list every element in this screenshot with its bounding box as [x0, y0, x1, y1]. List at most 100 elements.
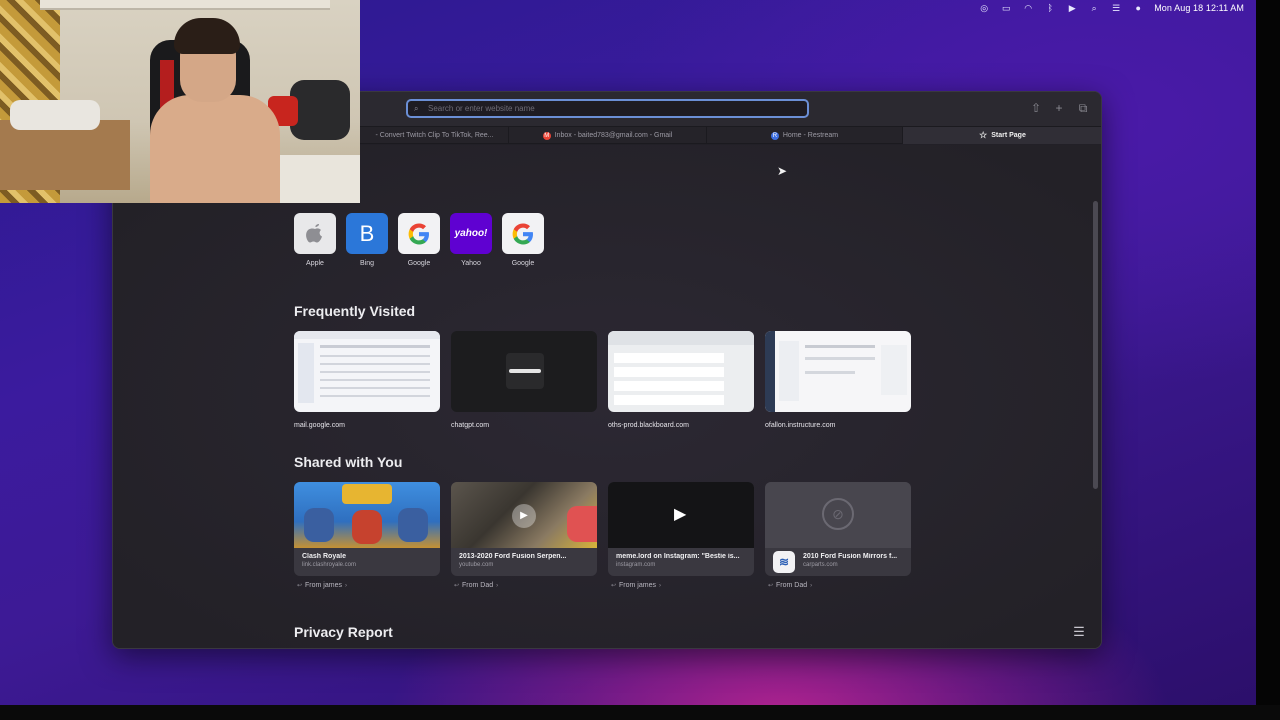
desk [270, 155, 360, 203]
tab-restream[interactable]: R Home - Restream [707, 127, 903, 144]
site-thumbnail [765, 331, 911, 412]
screen-border-bottom [0, 705, 1280, 720]
person-body [150, 95, 280, 203]
privacy-report-title[interactable]: Privacy Report [294, 624, 393, 640]
frequently-visited-row: mail.google.com chatgpt.com oths-prod.bl… [294, 331, 911, 429]
tab-label: - Convert Twitch Clip To TikTok, Ree... [375, 132, 494, 139]
shared-link-title: 2013-2020 Ford Fusion Serpen... [459, 553, 567, 560]
favorite-bing[interactable]: B Bing [346, 213, 388, 267]
share-arrow-icon: ↩ [611, 583, 617, 589]
site-label: oths-prod.blackboard.com [608, 422, 689, 429]
site-label: mail.google.com [294, 422, 345, 429]
site-thumbnail [451, 331, 597, 412]
shared-link-card[interactable]: ▶ meme.lord on Instagram: "Bestie is... … [608, 482, 754, 589]
address-input[interactable] [428, 104, 788, 113]
shared-from-badge[interactable]: ↩ From james › [294, 582, 440, 589]
shared-link-title: meme.lord on Instagram: "Bestie is... [616, 553, 740, 560]
bluetooth-icon[interactable]: ᛒ [1044, 3, 1056, 13]
site-thumbnail [294, 331, 440, 412]
compass-placeholder: ⊘ [765, 482, 911, 548]
shared-from-label: From james [305, 582, 342, 589]
control-center-icon[interactable]: ☰ [1110, 3, 1122, 13]
chevron-right-icon: › [344, 582, 347, 589]
search-icon[interactable]: ⌕ [1088, 3, 1100, 13]
bing-icon: B [346, 213, 388, 254]
frequent-site-card[interactable]: ofallon.instructure.com [765, 331, 911, 429]
shared-from-label: From james [619, 582, 656, 589]
shared-link-title: 2010 Ford Fusion Mirrors f... [803, 553, 898, 560]
tab-gmail[interactable]: M Inbox - baited783@gmail.com - Gmail [509, 127, 707, 144]
share-arrow-icon: ↩ [768, 583, 774, 589]
person-hair [174, 18, 240, 54]
shared-link-card[interactable]: ⊘ ≋ 2010 Ford Fusion Mirrors f... carpar… [765, 482, 911, 589]
shelf [40, 0, 330, 10]
tab-label: Home - Restream [782, 132, 839, 139]
wifi-icon[interactable]: ◠ [1022, 3, 1034, 13]
favorite-apple[interactable]: Apple [294, 213, 336, 267]
google-icon [502, 213, 544, 254]
clash-royale-thumbnail [294, 482, 440, 548]
chevron-right-icon: › [496, 582, 499, 589]
play-icon[interactable]: ▶ [512, 504, 536, 528]
shared-from-badge[interactable]: ↩ From Dad › [765, 582, 911, 589]
shared-from-label: From Dad [462, 582, 494, 589]
favorite-label: Google [511, 260, 535, 267]
share-arrow-icon: ↩ [454, 583, 460, 589]
new-tab-button[interactable]: + [1052, 101, 1066, 115]
favorite-yahoo[interactable]: yahoo! Yahoo [450, 213, 492, 267]
shared-link-card[interactable]: Clash Royale link.clashroyale.com ↩ From… [294, 482, 440, 589]
shared-link-preview: ▶ meme.lord on Instagram: "Bestie is... … [608, 482, 754, 576]
instagram-thumbnail: ▶ [608, 482, 754, 548]
tab-start-page[interactable]: ☆ Start Page [903, 127, 1101, 144]
star-icon: ☆ [979, 130, 988, 140]
site-label: ofallon.instructure.com [765, 422, 836, 429]
google-icon [398, 213, 440, 254]
address-bar[interactable]: ⌕ [406, 99, 809, 118]
screen-record-icon[interactable]: ◎ [978, 3, 990, 13]
frequent-site-card[interactable]: oths-prod.blackboard.com [608, 331, 754, 429]
battery-icon[interactable]: ▭ [1000, 3, 1012, 13]
chevron-right-icon: › [810, 582, 813, 589]
background-chair [290, 80, 350, 140]
bed [0, 120, 130, 190]
shared-with-you-title: Shared with You [294, 454, 403, 470]
shared-from-badge[interactable]: ↩ From Dad › [451, 582, 597, 589]
restream-icon: R [770, 131, 779, 140]
carparts-icon: ≋ [773, 551, 795, 573]
mouse-cursor-icon: ➤ [777, 164, 788, 178]
tab-twitch-convert[interactable]: - Convert Twitch Clip To TikTok, Ree... [361, 127, 509, 144]
share-arrow-icon: ↩ [297, 583, 303, 589]
site-label: chatgpt.com [451, 422, 490, 429]
shared-link-domain: link.clashroyale.com [302, 562, 357, 568]
engine-thumbnail: ▶ [451, 482, 597, 548]
yahoo-icon: yahoo! [450, 213, 492, 254]
scrollbar[interactable] [1093, 201, 1098, 489]
shared-from-badge[interactable]: ↩ From james › [608, 582, 754, 589]
tab-overview-icon[interactable]: ⧉ [1076, 101, 1090, 115]
shared-link-card[interactable]: ▶ 2013-2020 Ford Fusion Serpen... youtub… [451, 482, 597, 589]
frequent-site-card[interactable]: chatgpt.com [451, 331, 597, 429]
shared-link-title: Clash Royale [302, 553, 346, 560]
favorite-label: Google [407, 260, 431, 267]
favorite-label: Apple [306, 260, 324, 267]
search-icon: ⌕ [414, 104, 419, 113]
siri-icon[interactable]: ● [1132, 3, 1144, 13]
compass-icon: ⊘ [822, 498, 854, 530]
tab-label: Inbox - baited783@gmail.com - Gmail [554, 132, 673, 139]
customize-start-page-icon[interactable]: ☰ [1071, 624, 1087, 640]
pillow [10, 100, 100, 130]
favorite-google[interactable]: Google [398, 213, 440, 267]
gmail-icon: M [542, 131, 551, 140]
favorites-row: Apple B Bing Google yahoo! Yahoo Google [294, 213, 544, 267]
shared-from-label: From Dad [776, 582, 808, 589]
play-icon[interactable]: ▶ [674, 504, 686, 524]
favorite-label: Yahoo [461, 260, 481, 267]
favorite-label: Bing [359, 260, 374, 267]
play-icon[interactable]: ▶ [1066, 3, 1078, 13]
shared-link-domain: instagram.com [616, 562, 656, 568]
menu-bar-clock[interactable]: Mon Aug 18 12:11 AM [1154, 3, 1244, 13]
share-icon[interactable]: ⇧ [1029, 101, 1043, 115]
favorite-google-2[interactable]: Google [502, 213, 544, 267]
site-thumbnail [608, 331, 754, 412]
frequent-site-card[interactable]: mail.google.com [294, 331, 440, 429]
